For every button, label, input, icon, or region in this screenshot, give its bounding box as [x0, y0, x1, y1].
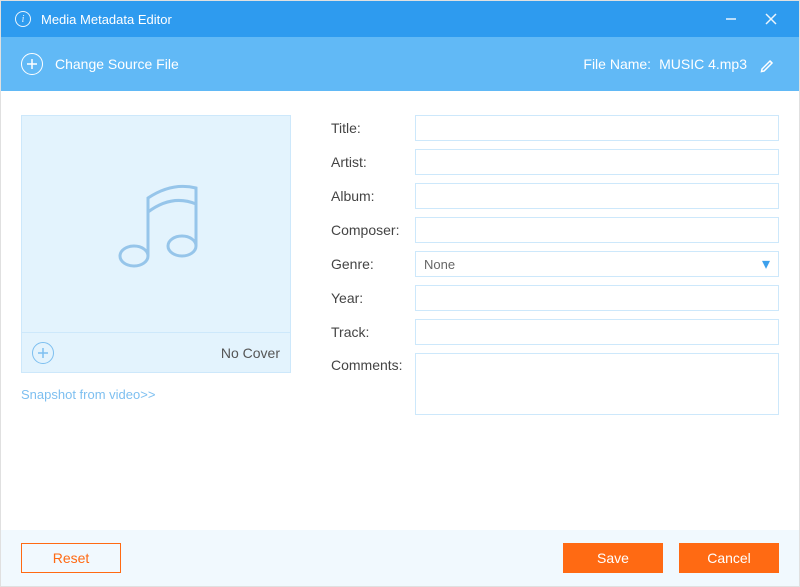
year-label: Year: — [331, 290, 415, 306]
pencil-icon — [759, 55, 777, 73]
music-note-icon — [96, 164, 216, 284]
info-icon: i — [15, 11, 31, 27]
cover-box: No Cover — [21, 115, 291, 373]
cover-panel: No Cover Snapshot from video>> — [21, 115, 291, 530]
row-title: Title: — [331, 115, 779, 141]
no-cover-label: No Cover — [221, 345, 280, 361]
composer-input[interactable] — [415, 217, 779, 243]
row-comments: Comments: — [331, 353, 779, 420]
row-genre: Genre: None ▾ — [331, 251, 779, 277]
title-label: Title: — [331, 120, 415, 136]
footer: Reset Save Cancel — [1, 530, 799, 586]
album-input[interactable] — [415, 183, 779, 209]
year-input[interactable] — [415, 285, 779, 311]
cover-art-placeholder — [22, 116, 290, 332]
cover-bar: No Cover — [22, 332, 290, 372]
title-input[interactable] — [415, 115, 779, 141]
comments-label: Comments: — [331, 353, 415, 373]
app-title: Media Metadata Editor — [41, 12, 711, 27]
track-input[interactable] — [415, 319, 779, 345]
snapshot-from-video-link[interactable]: Snapshot from video>> — [21, 387, 291, 402]
artist-label: Artist: — [331, 154, 415, 170]
app-window: i Media Metadata Editor Change Source Fi… — [0, 0, 800, 587]
composer-label: Composer: — [331, 222, 415, 238]
row-album: Album: — [331, 183, 779, 209]
cancel-button[interactable]: Cancel — [679, 543, 779, 573]
genre-label: Genre: — [331, 256, 415, 272]
save-button[interactable]: Save — [563, 543, 663, 573]
artist-input[interactable] — [415, 149, 779, 175]
genre-selected-value: None — [424, 257, 762, 272]
minimize-button[interactable] — [711, 1, 751, 37]
track-label: Track: — [331, 324, 415, 340]
titlebar: i Media Metadata Editor — [1, 1, 799, 37]
close-icon — [764, 12, 778, 26]
plus-icon — [37, 347, 49, 359]
row-composer: Composer: — [331, 217, 779, 243]
file-name-value: MUSIC 4.mp3 — [659, 56, 747, 72]
row-year: Year: — [331, 285, 779, 311]
row-artist: Artist: — [331, 149, 779, 175]
metadata-form: Title: Artist: Album: Composer: Genre: N — [331, 115, 779, 530]
toolbar: Change Source File File Name: MUSIC 4.mp… — [1, 37, 799, 91]
file-name-label: File Name: — [583, 56, 651, 72]
comments-input[interactable] — [415, 353, 779, 415]
minimize-icon — [724, 12, 738, 26]
row-track: Track: — [331, 319, 779, 345]
album-label: Album: — [331, 188, 415, 204]
rename-file-button[interactable] — [757, 53, 779, 75]
genre-select[interactable]: None ▾ — [415, 251, 779, 277]
main-content: No Cover Snapshot from video>> Title: Ar… — [1, 91, 799, 530]
close-button[interactable] — [751, 1, 791, 37]
add-cover-button[interactable] — [32, 342, 54, 364]
chevron-down-icon: ▾ — [762, 254, 770, 274]
plus-circle-icon — [21, 53, 43, 75]
reset-button[interactable]: Reset — [21, 543, 121, 573]
change-source-button[interactable]: Change Source File — [55, 56, 179, 72]
